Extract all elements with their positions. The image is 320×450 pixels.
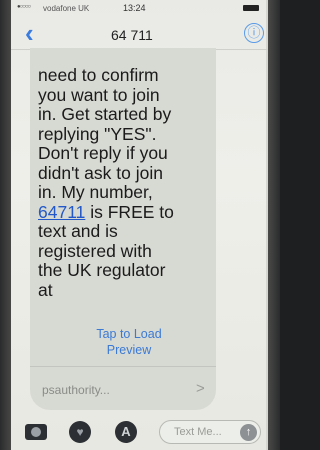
chevron-right-icon: >	[196, 380, 205, 397]
message-text: need to confirm you want to join in. Get…	[38, 65, 216, 300]
signal-strength-icon: ●○○○○	[17, 4, 31, 10]
status-time: 13:24	[123, 3, 146, 13]
message-text-before: need to confirm you want to join in. Get…	[38, 65, 172, 202]
back-chevron-icon[interactable]: ‹	[25, 20, 34, 46]
preview-link-text: psauthority...	[42, 383, 110, 397]
phone-frame: ●○○○○ vodafone UK 13:24 ‹ 64 711 ⓘ need …	[0, 0, 280, 450]
tap-to-load-preview-button[interactable]: Tap to Load Preview	[74, 326, 184, 358]
battery-icon	[243, 5, 259, 11]
link-preview-card[interactable]: psauthority... >	[30, 366, 216, 410]
contact-name: 64 711	[111, 27, 153, 43]
message-input-placeholder: Text Me...	[174, 426, 222, 438]
app-store-icon[interactable]: A	[115, 421, 137, 443]
carrier-name: vodafone UK	[43, 4, 90, 13]
info-icon[interactable]: ⓘ	[244, 23, 264, 43]
status-bar: ●○○○○ vodafone UK 13:24	[11, 0, 268, 16]
camera-icon[interactable]	[25, 424, 47, 440]
send-icon[interactable]: ↑	[240, 424, 257, 441]
phone-number-link[interactable]: 64711	[38, 202, 85, 222]
message-bubble: need to confirm you want to join in. Get…	[30, 48, 216, 410]
messages-screen: ●○○○○ vodafone UK 13:24 ‹ 64 711 ⓘ need …	[11, 0, 268, 450]
conversation-header: ‹ 64 711 ⓘ	[11, 16, 268, 50]
compose-bar: ♥ A Text Me... ↑	[11, 414, 268, 450]
digital-touch-icon[interactable]: ♥	[69, 421, 91, 443]
